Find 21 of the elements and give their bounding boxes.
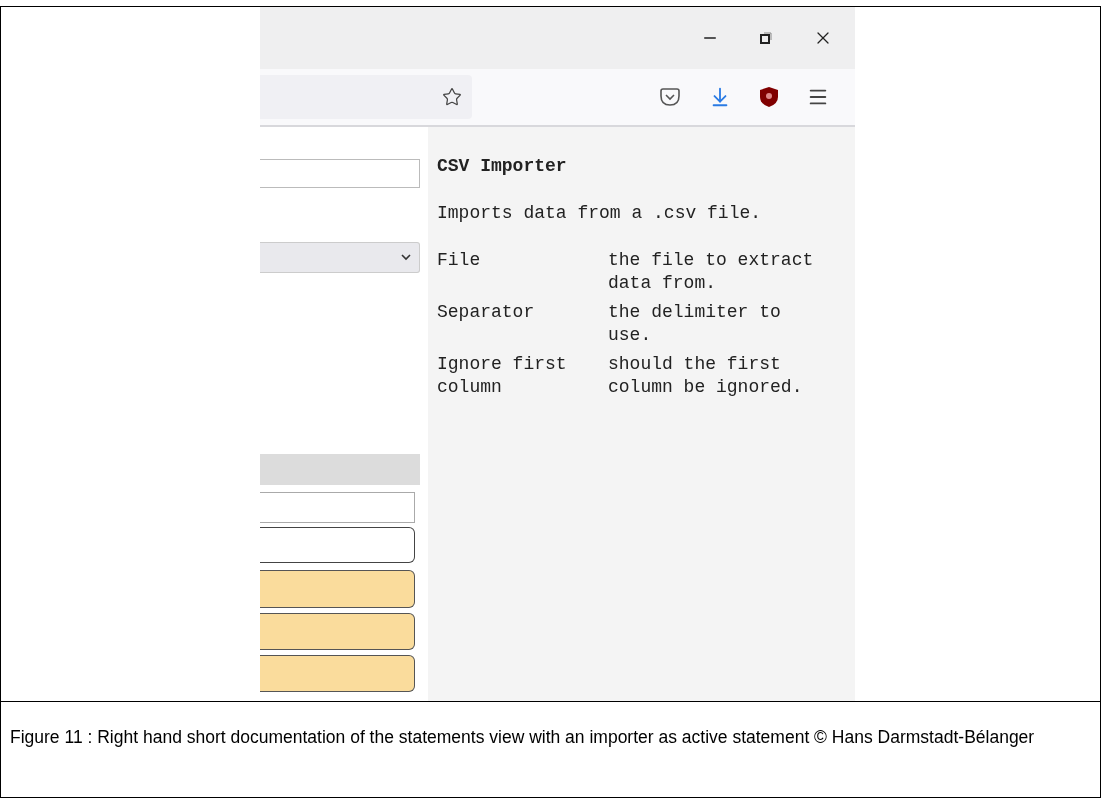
- statement-block[interactable]: [260, 613, 415, 650]
- statement-block[interactable]: [260, 527, 415, 563]
- restore-icon[interactable]: [759, 31, 773, 45]
- figure-caption: Figure 11 : Right hand short documentation of the statements view with an importer as active statement © Hans Darmstadt-Bélanger: [10, 726, 1036, 749]
- dropdown-field[interactable]: [260, 242, 420, 273]
- shield-icon[interactable]: [759, 86, 779, 108]
- statement-block[interactable]: [260, 655, 415, 692]
- parameter-name: File: [437, 249, 482, 272]
- statement-block[interactable]: [260, 570, 415, 608]
- pocket-icon[interactable]: [659, 87, 681, 107]
- documentation-description: Imports data from a .csv file.: [437, 202, 763, 225]
- input-field[interactable]: [260, 492, 415, 523]
- parameter-name: Separator: [437, 301, 536, 324]
- documentation-title: CSV Importer: [437, 155, 568, 178]
- chevron-icon: [401, 254, 411, 261]
- parameter-name: Ignore first column: [437, 353, 568, 399]
- star-icon[interactable]: [442, 87, 462, 107]
- parameter-description: the file to extract data from.: [608, 249, 815, 295]
- input-field[interactable]: [260, 159, 420, 188]
- parameter-description: should the first column be ignored.: [608, 353, 804, 399]
- parameter-description: the delimiter to use.: [608, 301, 782, 347]
